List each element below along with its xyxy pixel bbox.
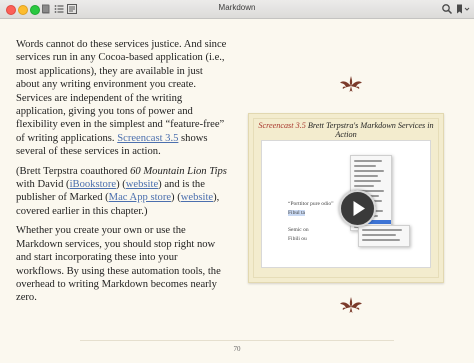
ibookstore-link[interactable]: iBookstore: [70, 179, 117, 190]
screencast-link[interactable]: Screencast 3.5: [117, 133, 178, 144]
bookmark-icon[interactable]: [455, 3, 471, 15]
play-icon: [353, 201, 365, 216]
video-text-line: Fibul ta: [288, 210, 305, 216]
paragraph-text: Words cannot do these services justice. …: [16, 39, 227, 144]
footer-divider: [80, 340, 394, 341]
play-button[interactable]: [339, 190, 376, 227]
fleuron-ornament-icon: [340, 76, 362, 92]
figure-title: Brett Terpstra's Markdown Services in Ac…: [305, 121, 434, 139]
paragraph-3: Whether you create your own or use the M…: [16, 225, 221, 304]
screencast-video[interactable]: “Porttitor pure odio” Fibul ta Semic on …: [261, 140, 431, 268]
paragraph-text: ) (: [116, 179, 126, 191]
website-link-2[interactable]: website: [181, 192, 213, 203]
paragraph-1: Words cannot do these services justice. …: [16, 38, 228, 159]
search-icon[interactable]: [441, 3, 453, 15]
submenu-image: [358, 225, 410, 247]
window-title: Markdown: [218, 3, 256, 12]
screencast-figure: Screencast 3.5 Brett Terpstra's Markdown…: [248, 113, 444, 283]
paragraph-2: (Brett Terpstra coauthored 60 Mountain L…: [16, 165, 228, 219]
fleuron-ornament-icon: [340, 297, 362, 313]
video-text-line: Semic on: [288, 227, 309, 233]
figure-caption: Screencast 3.5 Brett Terpstra's Markdown…: [249, 121, 443, 139]
paragraph-text: with David (: [16, 179, 70, 191]
paragraph-text: (Brett Terpstra coauthored: [16, 165, 131, 177]
page-body: Words cannot do these services justice. …: [16, 38, 228, 311]
paragraph-text: ) (: [171, 192, 181, 204]
figure-number: Screencast 3.5: [258, 121, 306, 130]
video-text-line: “Porttitor pure odio”: [288, 201, 334, 207]
book-title: 60 Mountain Lion Tips: [130, 165, 227, 177]
page-number: 70: [233, 345, 241, 353]
video-text-line: Fibili ou: [288, 236, 307, 242]
website-link[interactable]: website: [126, 179, 158, 190]
title-bar: Markdown: [0, 0, 474, 19]
mac-app-store-link[interactable]: Mac App store: [109, 192, 171, 203]
